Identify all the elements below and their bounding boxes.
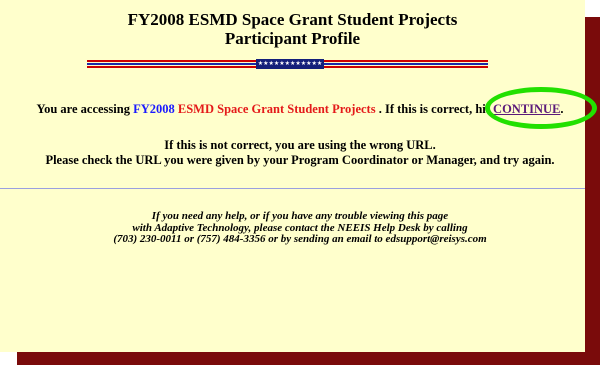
page-title: FY2008 ESMD Space Grant Student Projects	[127, 10, 458, 29]
wrong-url-line1: If this is not correct, you are using th…	[164, 138, 436, 152]
section-divider	[0, 188, 585, 189]
help-line1: If you need any help, or if you have any…	[151, 210, 449, 222]
flag-divider: ★★★★★★★★★★★★	[87, 59, 488, 69]
main-panel: FY2008 ESMD Space Grant Student Projects…	[0, 0, 585, 352]
continue-highlight-ring	[485, 87, 597, 129]
help-line3: (703) 230-0011 or (757) 484-3356 or by s…	[113, 233, 487, 245]
access-prefix: You are accessing	[36, 102, 134, 116]
page-subtitle: Participant Profile	[224, 29, 361, 48]
wrong-url-message: If this is not correct, you are using th…	[0, 138, 600, 168]
access-middle: . If this is correct, hit	[375, 102, 494, 116]
fiscal-year: FY2008	[133, 102, 175, 116]
program-name: ESMD Space Grant Student Projects	[177, 102, 376, 116]
stars-icon: ★★★★★★★★★★★★	[256, 59, 324, 69]
help-text: If you need any help, or if you have any…	[0, 210, 600, 246]
wrong-url-line2: Please check the URL you were given by y…	[45, 153, 555, 167]
